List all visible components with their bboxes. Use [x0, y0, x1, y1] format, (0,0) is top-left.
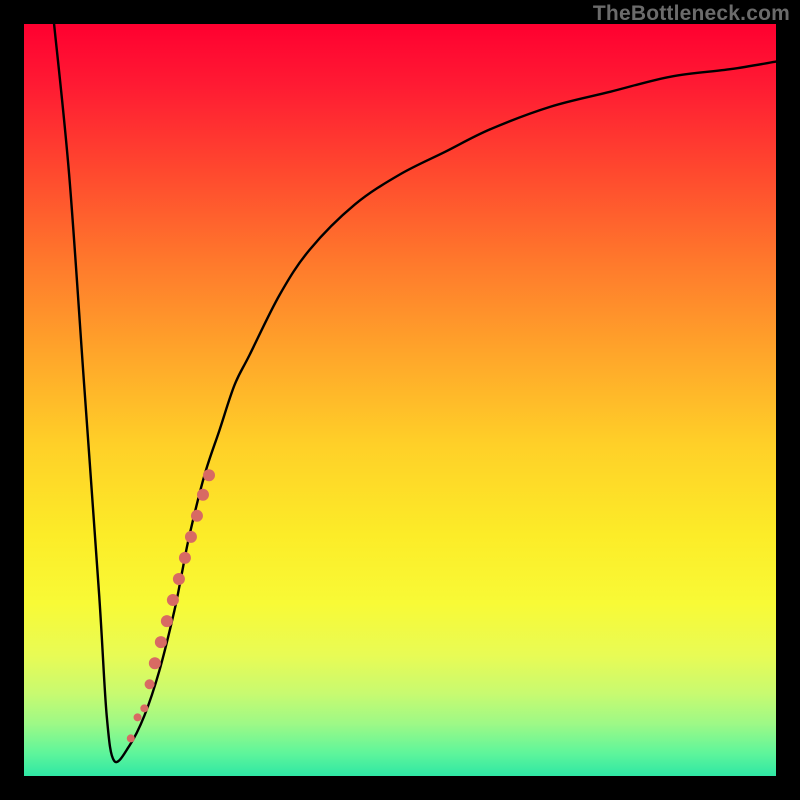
- marker-point: [155, 636, 167, 648]
- marker-point: [167, 594, 179, 606]
- marker-point: [145, 679, 155, 689]
- chart-container: TheBottleneck.com: [0, 0, 800, 800]
- watermark-text: TheBottleneck.com: [593, 2, 790, 26]
- marker-point: [161, 615, 173, 627]
- marker-point: [149, 657, 161, 669]
- marker-point: [134, 713, 142, 721]
- marker-point: [173, 573, 185, 585]
- marker-point: [127, 734, 135, 742]
- main-curve: [54, 24, 776, 762]
- marker-point: [203, 469, 215, 481]
- marker-point: [185, 531, 197, 543]
- marker-point: [191, 510, 203, 522]
- marker-point: [197, 489, 209, 501]
- curve-layer: [24, 24, 776, 776]
- marker-point: [179, 552, 191, 564]
- plot-area: [24, 24, 776, 776]
- marker-point: [140, 704, 148, 712]
- highlight-markers: [127, 469, 215, 742]
